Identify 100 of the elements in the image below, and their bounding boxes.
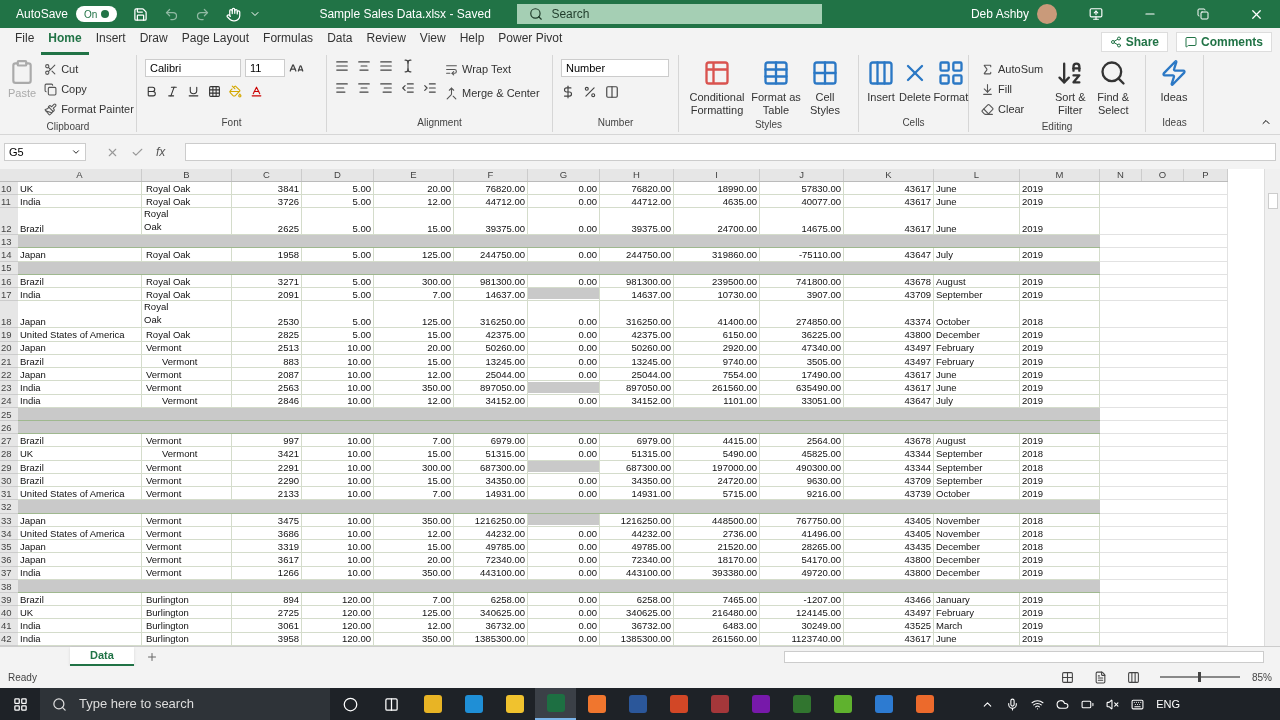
column-header[interactable]: L <box>973 170 980 180</box>
column-header[interactable]: A <box>76 170 83 180</box>
ribbon-tab[interactable]: Review <box>359 29 413 55</box>
column-header[interactable]: P <box>1202 170 1209 180</box>
taskbar-search-field[interactable]: Type here to search <box>40 688 330 720</box>
comments-button[interactable]: Comments <box>1176 32 1272 52</box>
ribbon-display-icon[interactable] <box>1089 7 1103 21</box>
column-header[interactable]: J <box>799 170 804 180</box>
wifi-icon[interactable] <box>1031 697 1045 711</box>
underline-icon[interactable] <box>187 85 200 98</box>
insert-function-button[interactable]: fx <box>156 143 166 161</box>
share-button[interactable]: Share <box>1100 32 1168 52</box>
down-arrow-icon[interactable] <box>981 82 994 96</box>
cell-styles-button[interactable]: Cell Styles <box>805 59 845 117</box>
sheet-tab[interactable]: Data <box>70 647 134 666</box>
cell-action-button[interactable]: Insert <box>867 59 895 104</box>
percent-icon[interactable] <box>583 85 597 99</box>
comment-icon[interactable] <box>1185 36 1197 48</box>
column-header[interactable]: M <box>1055 170 1064 180</box>
restore-icon[interactable] <box>1197 8 1209 20</box>
microphone-icon[interactable] <box>1006 697 1020 711</box>
app-icon[interactable] <box>587 695 606 713</box>
cut-button[interactable]: Cut <box>40 59 138 79</box>
format-table-button[interactable]: Format as Table <box>751 59 801 117</box>
app-icon[interactable] <box>505 695 524 713</box>
format-painter-button[interactable]: Format Painter <box>40 99 138 119</box>
horizontal-scrollbar[interactable] <box>784 650 1264 663</box>
clear-button[interactable]: Clear <box>977 99 1048 119</box>
column-header[interactable]: B <box>183 170 190 180</box>
sigma-icon[interactable] <box>981 62 994 76</box>
ribbon-tab[interactable]: Insert <box>88 29 133 55</box>
outdent-icon[interactable] <box>401 81 415 95</box>
autosave-toggle[interactable]: On <box>76 6 118 22</box>
column-header[interactable]: N <box>1117 170 1124 180</box>
merge-center-button[interactable]: Merge & Center <box>441 83 544 103</box>
align-right-icon[interactable] <box>379 81 393 95</box>
cortana-icon[interactable] <box>343 696 358 712</box>
vertical-scrollbar[interactable] <box>1264 169 1280 646</box>
ribbon-tab[interactable]: Data <box>320 29 360 55</box>
middle-align-icon[interactable] <box>357 59 371 73</box>
eraser-icon[interactable] <box>981 102 994 116</box>
find-select-button[interactable]: Find & Select <box>1093 59 1134 117</box>
autosum-button[interactable]: AutoSum <box>977 59 1048 79</box>
column-header[interactable]: F <box>487 170 494 180</box>
font-color-icon[interactable] <box>250 85 263 98</box>
sort-filter-button[interactable]: Sort & Filter <box>1051 59 1090 117</box>
copy-button[interactable]: Copy <box>40 79 138 99</box>
task-view-icon[interactable] <box>384 696 399 712</box>
cell-action-button[interactable]: Delete <box>899 59 931 104</box>
touch-mode-icon[interactable] <box>226 6 242 22</box>
top-align-icon[interactable] <box>335 59 349 73</box>
decimal-icon[interactable] <box>605 85 619 99</box>
column-header[interactable]: H <box>633 170 640 180</box>
ribbon-tab[interactable]: Formulas <box>256 29 321 55</box>
keyboard-icon[interactable] <box>1131 697 1145 711</box>
wrap-text-icon[interactable] <box>445 62 458 76</box>
app-icon[interactable] <box>464 695 483 713</box>
table-icon[interactable] <box>762 59 790 87</box>
cell-action-button[interactable]: Format <box>934 59 967 104</box>
lightning-icon[interactable] <box>1160 59 1188 87</box>
windows-start-icon[interactable] <box>12 696 28 712</box>
share-icon[interactable] <box>1109 36 1122 48</box>
zoom-level[interactable]: 85% <box>1252 669 1272 685</box>
fill-button[interactable]: Fill <box>977 79 1048 99</box>
ribbon-tab[interactable]: View <box>412 29 453 55</box>
copy-icon[interactable] <box>44 82 58 96</box>
zoom-slider-thumb[interactable] <box>1198 672 1202 682</box>
language-indicator[interactable]: ENG <box>1156 695 1180 713</box>
column-header[interactable]: K <box>885 170 892 180</box>
page-layout-icon[interactable] <box>1094 670 1107 684</box>
add-sheet-icon[interactable] <box>145 650 158 663</box>
indent-icon[interactable] <box>423 81 437 95</box>
app-icon[interactable] <box>915 695 934 713</box>
app-icon[interactable] <box>423 695 442 713</box>
scissors-icon[interactable] <box>44 62 58 76</box>
column-header[interactable]: G <box>559 170 568 180</box>
cloud-icon[interactable] <box>1056 697 1070 711</box>
ribbon-tab[interactable]: File <box>8 29 42 55</box>
mute-icon[interactable] <box>1106 697 1120 711</box>
font-size-field[interactable]: 11 <box>245 59 285 77</box>
ribbon-tab[interactable]: Help <box>452 29 492 55</box>
name-box[interactable]: G5 <box>4 143 86 161</box>
ribbon-tab[interactable]: Draw <box>132 29 175 55</box>
table-icon[interactable] <box>703 59 731 87</box>
borders-icon[interactable] <box>208 85 221 98</box>
column-header[interactable]: O <box>1158 170 1167 180</box>
ideas-button[interactable]: Ideas <box>1154 59 1194 104</box>
normal-view-icon[interactable] <box>1061 670 1074 684</box>
paintbrush-icon[interactable] <box>44 102 58 116</box>
bold-icon[interactable] <box>145 85 158 98</box>
app-icon[interactable] <box>833 695 852 713</box>
ribbon-tab[interactable]: Power Pivot <box>491 29 570 55</box>
ribbon-tab[interactable]: Page Layout <box>174 29 257 55</box>
search-field[interactable]: Search <box>517 4 823 24</box>
column-header[interactable]: I <box>715 170 718 180</box>
save-icon[interactable] <box>133 6 149 22</box>
search-icon[interactable] <box>1099 59 1128 87</box>
page-break-icon[interactable] <box>1127 670 1140 684</box>
wrap-text-button[interactable]: Wrap Text <box>441 59 544 79</box>
align-left-icon[interactable] <box>335 81 349 95</box>
